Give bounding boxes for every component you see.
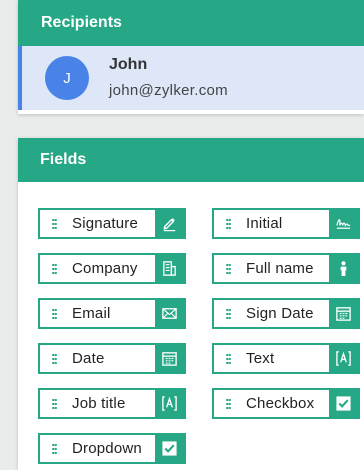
drag-handle-icon[interactable] — [214, 300, 242, 327]
drag-handle-icon[interactable] — [214, 345, 242, 372]
recipient-item[interactable]: J John john@zylker.com — [18, 46, 364, 110]
field-chip-dropdown[interactable]: Dropdown — [38, 433, 186, 464]
field-chip-company[interactable]: Company — [38, 253, 186, 284]
drag-handle-icon[interactable] — [40, 390, 68, 417]
field-chip-initial[interactable]: Initial — [212, 208, 360, 239]
field-label: Initial — [246, 215, 283, 232]
checkbox-icon — [155, 435, 184, 462]
field-chip-full-name[interactable]: Full name — [212, 253, 360, 284]
drag-handle-icon[interactable] — [214, 255, 242, 282]
recipients-panel: Recipients J John john@zylker.com — [18, 0, 364, 114]
text-box-icon — [155, 390, 184, 417]
drag-handle-icon[interactable] — [40, 300, 68, 327]
initial-scribble-icon — [329, 210, 358, 237]
field-label: Signature — [72, 215, 139, 232]
drag-handle-icon[interactable] — [214, 390, 242, 417]
avatar: J — [45, 56, 89, 100]
recipient-name: John — [109, 56, 148, 73]
person-icon — [329, 255, 358, 282]
calendar-icon — [155, 345, 184, 372]
drag-handle-icon[interactable] — [40, 345, 68, 372]
field-label: Full name — [246, 260, 314, 277]
drag-handle-icon[interactable] — [40, 435, 68, 462]
envelope-icon — [155, 300, 184, 327]
signature-pen-icon — [155, 210, 184, 237]
field-label: Date — [72, 350, 105, 367]
field-chip-checkbox[interactable]: Checkbox — [212, 388, 360, 419]
drag-handle-icon[interactable] — [40, 210, 68, 237]
text-box-icon — [329, 345, 358, 372]
field-chip-signature[interactable]: Signature — [38, 208, 186, 239]
building-icon — [155, 255, 184, 282]
fields-header: Fields — [18, 138, 364, 182]
field-label: Checkbox — [246, 395, 315, 412]
field-chip-sign-date[interactable]: Sign Date — [212, 298, 360, 329]
field-chip-text[interactable]: Text — [212, 343, 360, 374]
field-chip-email[interactable]: Email — [38, 298, 186, 329]
recipient-email: john@zylker.com — [109, 82, 228, 99]
field-label: Email — [72, 305, 111, 322]
field-chip-job-title[interactable]: Job title — [38, 388, 186, 419]
checkbox-icon — [329, 390, 358, 417]
calendar-icon — [329, 300, 358, 327]
field-label: Dropdown — [72, 440, 142, 457]
field-label: Text — [246, 350, 275, 367]
field-chip-date[interactable]: Date — [38, 343, 186, 374]
field-label: Job title — [72, 395, 126, 412]
drag-handle-icon[interactable] — [40, 255, 68, 282]
recipients-header: Recipients — [18, 0, 364, 46]
field-label: Company — [72, 260, 138, 277]
drag-handle-icon[interactable] — [214, 210, 242, 237]
field-label: Sign Date — [246, 305, 314, 322]
